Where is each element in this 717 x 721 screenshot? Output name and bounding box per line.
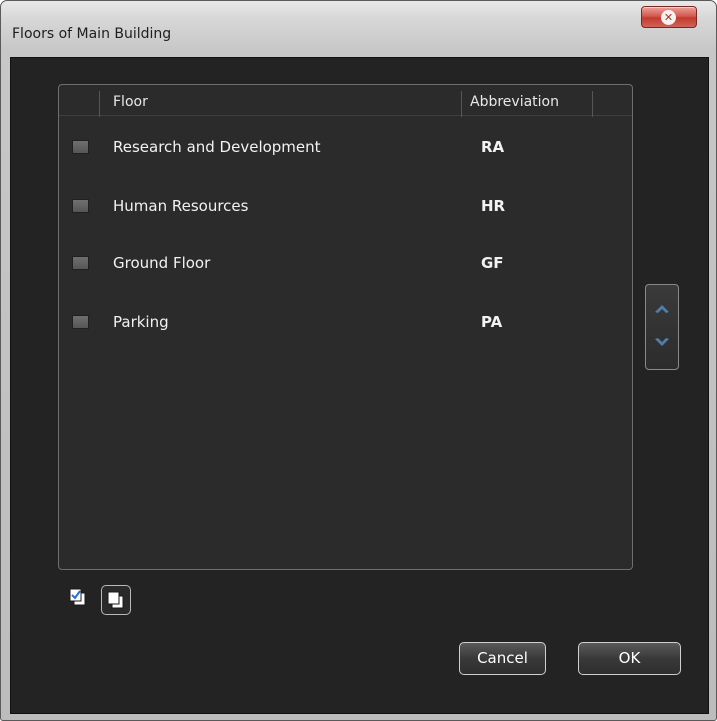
select-none-button[interactable]	[101, 585, 131, 615]
select-none-icon	[107, 591, 124, 609]
dialog-content: Floor Abbreviation Research and Developm…	[10, 57, 709, 714]
window-title: Floors of Main Building	[12, 26, 172, 42]
cancel-button[interactable]: Cancel	[459, 642, 546, 675]
row-checkbox[interactable]	[72, 199, 89, 213]
row-checkbox[interactable]	[72, 140, 89, 154]
close-icon: ✕	[661, 10, 676, 25]
close-button[interactable]: ✕	[641, 6, 697, 28]
row-abbreviation: GF	[481, 254, 504, 272]
row-floor-name: Ground Floor	[113, 254, 211, 272]
table-row[interactable]: Research and Development RA	[59, 133, 632, 163]
header-separator	[99, 91, 100, 117]
table-row[interactable]: Ground Floor GF	[59, 249, 632, 279]
table-row[interactable]: Parking PA	[59, 308, 632, 338]
row-floor-name: Human Resources	[113, 197, 249, 215]
header-separator	[592, 91, 593, 117]
dialog-window: Floors of Main Building ✕ Floor Abbrevia…	[0, 0, 717, 721]
row-floor-name: Research and Development	[113, 138, 321, 156]
table-header: Floor Abbreviation	[59, 85, 632, 117]
row-checkbox[interactable]	[72, 315, 89, 329]
chevron-up-icon[interactable]	[653, 301, 671, 315]
row-abbreviation: HR	[481, 197, 506, 215]
row-abbreviation: PA	[481, 313, 503, 331]
header-separator	[461, 91, 462, 117]
column-header-abbreviation[interactable]: Abbreviation	[470, 94, 559, 110]
table-row[interactable]: Human Resources HR	[59, 192, 632, 222]
row-abbreviation: RA	[481, 138, 505, 156]
floors-table: Floor Abbreviation Research and Developm…	[58, 84, 633, 570]
chevron-down-icon[interactable]	[653, 336, 671, 350]
ok-button[interactable]: OK	[578, 642, 681, 675]
row-checkbox[interactable]	[72, 256, 89, 270]
select-all-icon[interactable]	[69, 587, 87, 607]
column-header-floor[interactable]: Floor	[113, 94, 148, 110]
reorder-buttons	[645, 284, 679, 370]
row-floor-name: Parking	[113, 313, 169, 331]
